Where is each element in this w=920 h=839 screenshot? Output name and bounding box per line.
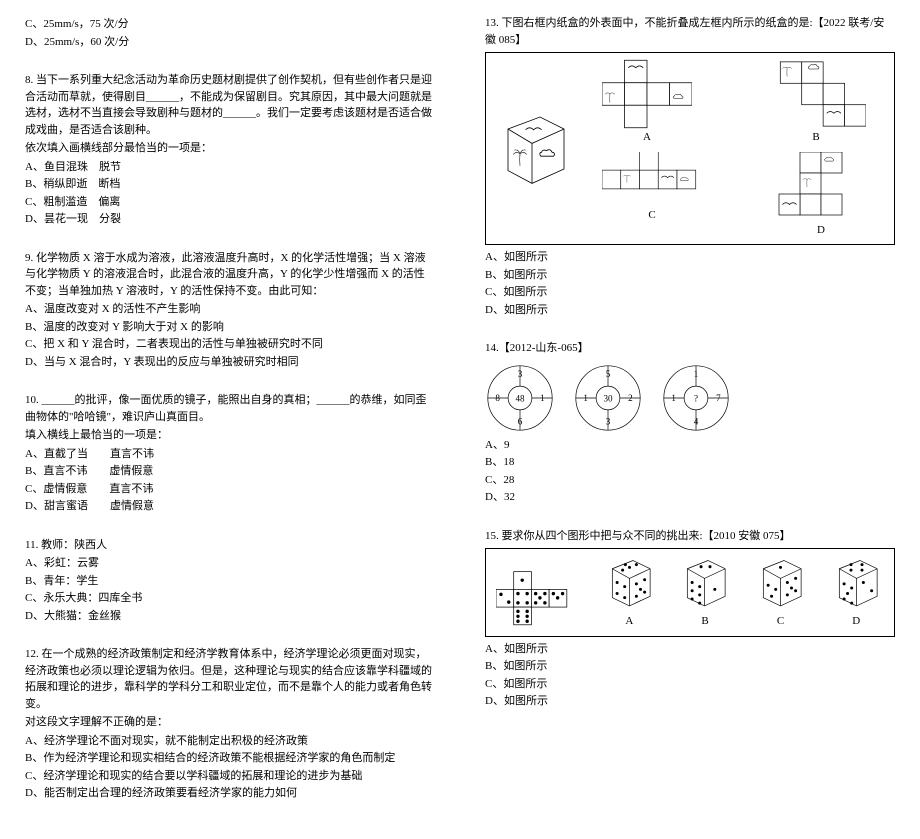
svg-text:3: 3: [606, 416, 611, 426]
svg-text:3: 3: [518, 369, 523, 379]
q12-opt-b: B、作为经济学理论和现实相结合的经济政策不能根据经济学家的角色而制定: [25, 750, 435, 767]
q15-stem: 15. 要求你从四个图形中把与众不同的挑出来:【2010 安徽 075】: [485, 528, 895, 545]
q12-opt-a: A、经济学理论不面对现实，就不能制定出积极的经济政策: [25, 733, 435, 750]
q12-stem: 12. 在一个成熟的经济政策制定和经济学教育体系中，经济学理论必须更面对现实，经…: [25, 646, 435, 712]
svg-text:6: 6: [518, 416, 523, 426]
q9: 9. 化学物质 X 溶于水成为溶液，此溶液温度升高时，X 的化学活性增强；当 X…: [25, 250, 435, 371]
svg-text:1: 1: [583, 392, 588, 402]
q10-opt-a: A、直截了当 直言不讳: [25, 446, 435, 463]
q15-opt-d: D、如图所示: [485, 693, 895, 710]
q8: 8. 当下一系列重大纪念活动为革命历史题材剧提供了创作契机，但有些创作者只是迎合…: [25, 72, 435, 228]
q15-label-d: D: [852, 613, 860, 630]
q7-opt-d: D、25mm/s，60 次/分: [25, 34, 435, 51]
q9-stem: 9. 化学物质 X 溶于水成为溶液，此溶液温度升高时，X 的化学活性增强；当 X…: [25, 250, 435, 300]
svg-text:8: 8: [495, 392, 500, 402]
unfold-c-icon: [602, 152, 702, 207]
q11-opt-a: A、彩虹：云雾: [25, 555, 435, 572]
q15: 15. 要求你从四个图形中把与众不同的挑出来:【2010 安徽 075】: [485, 528, 895, 710]
q10-opt-d: D、甜言蜜语 虚情假意: [25, 498, 435, 515]
cube-c-icon: [753, 555, 808, 610]
svg-text:1: 1: [694, 369, 699, 379]
q10: 10. ______的批评，像一面优质的镜子，能照出自身的真相；______的恭…: [25, 392, 435, 515]
q9-opt-a: A、温度改变对 X 的活性不产生影响: [25, 301, 435, 318]
q9-opt-d: D、当与 X 混合时，Y 表现出的反应与单独被研究时相同: [25, 354, 435, 371]
q13-label-b: B: [766, 129, 866, 146]
svg-text:1: 1: [671, 392, 676, 402]
q13-opt-b: B、如图所示: [485, 267, 895, 284]
q8-prompt: 依次填入画横线部分最恰当的一项是：: [25, 140, 435, 157]
q9-opt-b: B、温度的改变对 Y 影响大于对 X 的影响: [25, 319, 435, 336]
unfold-a-icon: [602, 59, 692, 129]
svg-text:30: 30: [603, 393, 613, 403]
q15-label-b: B: [701, 613, 708, 630]
q7-remainder: C、25mm/s，75 次/分 D、25mm/s，60 次/分: [25, 16, 435, 50]
q14-figure: 3 1 6 8 48 5 2 3 1 30: [485, 363, 895, 433]
q12-opt-c: C、经济学理论和现实的结合要以学科疆域的拓展和理论的进步为基础: [25, 768, 435, 785]
svg-text:48: 48: [515, 393, 525, 403]
q15-label-a: A: [625, 613, 633, 630]
q8-opt-d: D、昙花一现 分裂: [25, 211, 435, 228]
q13-opt-d: D、如图所示: [485, 302, 895, 319]
q15-label-c: C: [777, 613, 784, 630]
svg-text:2: 2: [628, 392, 633, 402]
svg-text:4: 4: [694, 416, 699, 426]
circle2-icon: 5 2 3 1 30: [573, 363, 643, 433]
svg-text:5: 5: [606, 369, 611, 379]
q10-stem: 10. ______的批评，像一面优质的镜子，能照出自身的真相；______的恭…: [25, 392, 435, 425]
q8-opt-b: B、稍纵即逝 断档: [25, 176, 435, 193]
svg-text:7: 7: [716, 392, 721, 402]
right-column: 13. 下图右框内纸盒的外表面中，不能折叠成左框内所示的纸盒的是:【2022 联…: [485, 15, 895, 824]
q14-opt-c: C、28: [485, 472, 895, 489]
q13-label-c: C: [602, 207, 702, 224]
q11-opt-c: C、永乐大典：四库全书: [25, 590, 435, 607]
q11-opt-d: D、大熊猫：金丝猴: [25, 608, 435, 625]
q13: 13. 下图右框内纸盒的外表面中，不能折叠成左框内所示的纸盒的是:【2022 联…: [485, 15, 895, 318]
unfold-b-icon: [766, 59, 866, 129]
q14-opt-d: D、32: [485, 489, 895, 506]
q13-stem: 13. 下图右框内纸盒的外表面中，不能折叠成左框内所示的纸盒的是:【2022 联…: [485, 15, 895, 48]
q8-opt-c: C、粗制滥造 偏离: [25, 194, 435, 211]
q13-opt-a: A、如图所示: [485, 249, 895, 266]
q13-label-a: A: [602, 129, 692, 146]
cube-b-icon: [677, 555, 732, 610]
q14: 14.【2012-山东-065】 3 1 6 8 48: [485, 340, 895, 506]
unfold-d-icon: [776, 152, 866, 222]
q14-stem: 14.【2012-山东-065】: [485, 340, 895, 357]
q12-opt-d: D、能否制定出合理的经济政策要看经济学家的能力如何: [25, 785, 435, 802]
q8-opt-a: A、鱼目混珠 脱节: [25, 159, 435, 176]
circle1-icon: 3 1 6 8 48: [485, 363, 555, 433]
circle3-icon: 1 7 4 1 ?: [661, 363, 731, 433]
q15-opt-a: A、如图所示: [485, 641, 895, 658]
q10-opt-b: B、直言不讳 虚情假意: [25, 463, 435, 480]
q15-figure-box: A B: [485, 548, 895, 637]
page: C、25mm/s，75 次/分 D、25mm/s，60 次/分 8. 当下一系列…: [25, 15, 895, 824]
cube-d-icon: [829, 555, 884, 610]
cube-a-icon: [602, 555, 657, 610]
q8-stem: 8. 当下一系列重大纪念活动为革命历史题材剧提供了创作契机，但有些创作者只是迎合…: [25, 72, 435, 138]
q11: 11. 教师：陕西人 A、彩虹：云雾 B、青年：学生 C、永乐大典：四库全书 D…: [25, 537, 435, 625]
q12: 12. 在一个成熟的经济政策制定和经济学教育体系中，经济学理论必须更面对现实，经…: [25, 646, 435, 802]
q11-opt-b: B、青年：学生: [25, 573, 435, 590]
q13-label-d: D: [776, 222, 866, 239]
left-column: C、25mm/s，75 次/分 D、25mm/s，60 次/分 8. 当下一系列…: [25, 15, 435, 824]
q10-prompt: 填入横线上最恰当的一项是：: [25, 427, 435, 444]
q12-prompt: 对这段文字理解不正确的是：: [25, 714, 435, 731]
q13-figure-box: A: [485, 52, 895, 245]
q15-opt-b: B、如图所示: [485, 658, 895, 675]
cube-icon: [492, 104, 572, 194]
q13-opt-c: C、如图所示: [485, 284, 895, 301]
q11-stem: 11. 教师：陕西人: [25, 537, 435, 554]
q10-opt-c: C、虚情假意 直言不讳: [25, 481, 435, 498]
svg-text:?: ?: [694, 393, 698, 403]
q7-opt-c: C、25mm/s，75 次/分: [25, 16, 435, 33]
svg-text:1: 1: [540, 392, 545, 402]
dice-unfold-icon: [496, 570, 581, 630]
q14-opt-a: A、9: [485, 437, 895, 454]
q9-opt-c: C、把 X 和 Y 混合时，二者表现出的活性与单独被研究时不同: [25, 336, 435, 353]
q15-opt-c: C、如图所示: [485, 676, 895, 693]
q14-opt-b: B、18: [485, 454, 895, 471]
